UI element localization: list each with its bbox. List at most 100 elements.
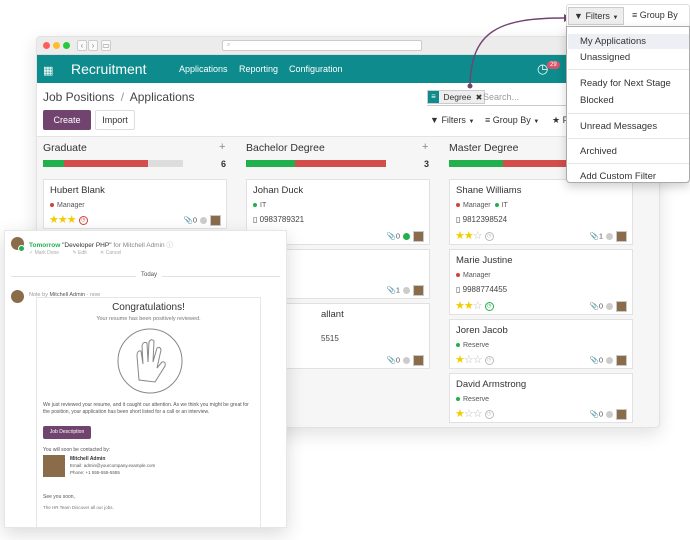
tag-label: Manager	[463, 202, 491, 209]
menu-applications[interactable]: Applications	[179, 64, 228, 74]
card-meta: 📎0	[589, 355, 627, 366]
activity-actions: ✓ Mark Done ✎ Edit ✕ Cancel	[29, 250, 121, 256]
mark-done-button[interactable]: ✓ Mark Done	[29, 250, 59, 256]
kanban-state-dot[interactable]	[606, 233, 613, 240]
tag-color-dot	[494, 203, 499, 208]
kanban-state-dot[interactable]	[606, 411, 613, 418]
edit-label: Edit	[78, 250, 87, 256]
app-brand[interactable]: Recruitment	[71, 61, 146, 77]
phone-number: 9812398524	[462, 215, 508, 224]
menu-divider	[568, 69, 689, 70]
search-facet[interactable]: ≡ Degree ✖	[427, 90, 486, 104]
paperclip-icon: 📎	[386, 231, 396, 241]
groupby-label: Group By	[492, 115, 531, 125]
kanban-card[interactable]: Hubert Blank Manager ★★★ ◷ 📎0	[43, 179, 227, 229]
column-progress-bar[interactable]	[246, 160, 386, 167]
menu-configuration[interactable]: Configuration	[289, 64, 343, 74]
contact-email[interactable]: Email: admin@yourcompany.example.com	[70, 463, 155, 468]
kanban-state-dot[interactable]	[606, 357, 613, 364]
priority-stars[interactable]: ★☆☆ ◷	[455, 407, 494, 420]
search-input[interactable]: Search...	[483, 92, 519, 102]
activity-clock-icon[interactable]: ◷	[78, 215, 88, 225]
kanban-state-dot[interactable]	[606, 303, 613, 310]
menu-reporting[interactable]: Reporting	[239, 64, 278, 74]
attachment-count: 0	[598, 409, 603, 419]
progress-green[interactable]	[246, 160, 295, 167]
activity-clock-icon[interactable]: ◷	[484, 301, 494, 311]
cancel-button[interactable]: ✕ Cancel	[100, 250, 121, 256]
card-name: Joren Jacob	[456, 325, 508, 336]
filter-icon: ▼	[430, 115, 439, 125]
filter-unassigned[interactable]: Unassigned	[580, 52, 630, 63]
attachment-count: 1	[598, 231, 603, 241]
kanban-state-dot[interactable]	[403, 287, 410, 294]
import-button[interactable]: Import	[95, 110, 135, 130]
tag-label: Manager	[463, 272, 491, 279]
paperclip-icon: 📎	[589, 355, 599, 365]
groupby-toggle[interactable]: ≡ Group By	[632, 10, 678, 20]
back-icon[interactable]: ‹	[77, 40, 87, 51]
activity-clock-icon[interactable]: ◷	[484, 355, 494, 365]
filter-my-applications[interactable]: My Applications	[580, 36, 646, 47]
progress-grey[interactable]	[148, 160, 183, 167]
edit-button[interactable]: ✎ Edit	[72, 250, 86, 256]
email-body: Congratulations! Your resume has been po…	[36, 297, 261, 527]
priority-stars[interactable]: ★☆☆ ◷	[455, 353, 494, 366]
kanban-card[interactable]: David Armstrong Reserve ★☆☆ ◷ 📎0	[449, 373, 633, 423]
progress-red[interactable]	[295, 160, 386, 167]
kanban-state-dot[interactable]	[403, 233, 410, 240]
activity-clock-icon[interactable]: ◷	[484, 409, 494, 419]
progress-green[interactable]	[449, 160, 503, 167]
quick-create-icon[interactable]: +	[219, 141, 225, 153]
close-window-icon[interactable]	[43, 42, 50, 49]
job-description-button[interactable]: Job Description	[43, 426, 91, 439]
card-tags: Manager IT	[456, 202, 508, 209]
address-bar[interactable]: ⌕	[222, 40, 422, 51]
phone-number: 0983789321	[259, 215, 305, 224]
filters-toggle[interactable]: ▼ Filters ▼	[568, 7, 624, 25]
forward-icon[interactable]: ›	[88, 40, 98, 51]
maximize-window-icon[interactable]	[63, 42, 70, 49]
card-name: Shane Williams	[456, 185, 522, 196]
kanban-card[interactable]: Joren Jacob Reserve ★☆☆ ◷ 📎0	[449, 319, 633, 369]
priority-stars[interactable]: ★★☆ ◷	[455, 299, 494, 312]
callout-arrow	[467, 14, 571, 89]
kanban-state-dot[interactable]	[200, 217, 207, 224]
filter-unread-messages[interactable]: Unread Messages	[580, 121, 657, 132]
sidebar-icon[interactable]: ▭	[101, 40, 111, 51]
filter-archived[interactable]: Archived	[580, 146, 617, 157]
attachment-count: 0	[598, 301, 603, 311]
priority-stars[interactable]: ★★☆ ◷	[455, 229, 494, 242]
filter-ready-next-stage[interactable]: Ready for Next Stage	[580, 78, 671, 89]
kanban-card[interactable]: Marie Justine Manager ▯ 9988774455 ★★☆ ◷ …	[449, 249, 633, 315]
avatar	[616, 355, 627, 366]
paperclip-icon: 📎	[386, 285, 396, 295]
tag-color-dot	[456, 203, 460, 208]
filter-icon: ▼	[574, 11, 583, 21]
activity-when: Tomorrow	[29, 242, 61, 249]
info-circle-icon[interactable]: ⓘ	[166, 242, 173, 249]
column-progress-bar[interactable]	[43, 160, 183, 167]
card-name: Hubert Blank	[50, 185, 105, 196]
kanban-card[interactable]: Shane Williams Manager IT ▯ 9812398524 ★…	[449, 179, 633, 245]
create-button[interactable]: Create	[43, 110, 91, 130]
quick-create-icon[interactable]: +	[422, 141, 428, 153]
column-title: Graduate	[43, 142, 87, 154]
filters-button[interactable]: ▼ Filters ▼	[430, 115, 474, 125]
progress-green[interactable]	[43, 160, 64, 167]
breadcrumb-separator: /	[120, 90, 125, 104]
kanban-state-dot[interactable]	[403, 357, 410, 364]
breadcrumb-job-positions[interactable]: Job Positions	[43, 90, 114, 104]
column-title: Master Degree	[449, 142, 519, 154]
card-phone: ▯ 9988774455	[456, 285, 507, 294]
filter-blocked[interactable]: Blocked	[580, 95, 614, 106]
card-meta: 📎0	[386, 231, 424, 242]
progress-red[interactable]	[64, 160, 148, 167]
apps-menu-icon[interactable]: ▦	[43, 64, 53, 77]
priority-stars[interactable]: ★★★ ◷	[49, 213, 88, 226]
avatar	[413, 355, 424, 366]
groupby-button[interactable]: ≡ Group By ▼	[485, 115, 539, 125]
minimize-window-icon[interactable]	[53, 42, 60, 49]
add-custom-filter[interactable]: Add Custom Filter	[580, 171, 656, 182]
activity-clock-icon[interactable]: ◷	[484, 231, 494, 241]
